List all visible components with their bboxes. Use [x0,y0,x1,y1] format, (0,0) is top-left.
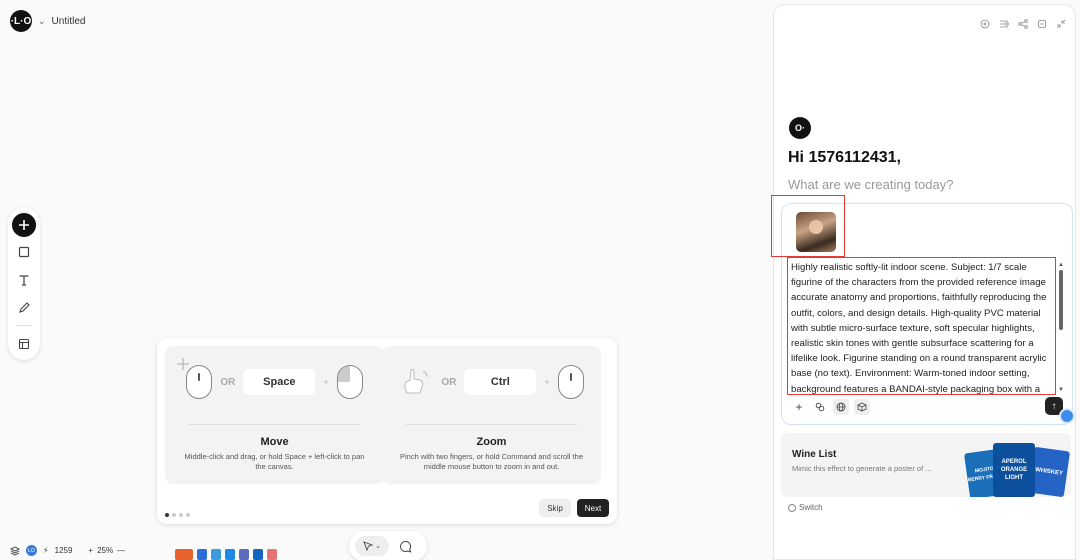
prompt-text: Highly realistic softly-lit indoor scene… [791,262,1047,395]
zoom-out-button[interactable]: — [117,546,125,555]
move-description: Middle-click and drag, or hold Space + l… [184,452,365,471]
chevron-down-icon: ⌄ [375,543,381,550]
app-icon[interactable] [197,549,207,560]
suggestion-title: Wine List [792,449,837,460]
zoom-in-button[interactable]: + [88,546,93,555]
pinch-hand-icon [399,365,433,399]
poster-thumbnail: APEROL ORANGE LIGHT [993,443,1035,497]
credits-count: 1259 [54,546,73,555]
greeting-title: Hi 1576112431, [788,149,901,166]
mouse-left-click-icon [336,365,363,399]
frame-tool-button[interactable] [12,332,36,356]
pagination-dot[interactable] [186,513,190,517]
file-icon[interactable] [1036,18,1048,30]
zoom-control: + 25% — [88,546,125,555]
ctrl-key: Ctrl [464,369,537,395]
space-key: Space [243,369,316,395]
app-icon[interactable] [211,549,221,560]
composer-toolbar: + [791,399,870,415]
pointer-tool-button[interactable]: ⌄ [355,536,389,556]
mouse-icon [186,365,213,399]
card-divider [189,424,360,425]
comment-icon[interactable] [399,540,412,553]
app-icon[interactable] [253,549,263,560]
move-demo: OR Space + [177,358,372,402]
rectangle-icon [18,247,30,258]
switch-suggestion-button[interactable]: Switch [788,503,823,512]
text-tool-button[interactable] [12,268,36,292]
history-settings-icon[interactable] [998,18,1010,30]
link-icon[interactable] [812,399,828,415]
scroll-down-arrow-icon[interactable]: ▼ [1058,387,1064,393]
lightning-icon: ⚡ [43,546,49,555]
card-divider [406,424,577,425]
chevron-down-icon[interactable]: ⌄ [38,16,46,27]
assistant-float-icon[interactable] [1059,408,1075,424]
reference-image-thumbnail[interactable] [796,212,836,252]
rectangle-tool-button[interactable] [12,241,36,265]
plus-label: + [323,377,329,387]
suggestion-description: Mimic this effect to generate a poster o… [792,464,932,473]
taskbar-icons [175,549,277,560]
assistant-logo: O· [789,117,811,139]
move-cursor-icon [177,358,189,370]
move-tutorial-card: OR Space + Move Middle-click and drag, o… [165,346,384,484]
toolbar-divider [16,325,32,327]
status-bar: LO ⚡ 1259 + 25% — [10,545,125,556]
bottom-tool-pill: ⌄ [349,531,427,560]
app-icon[interactable] [267,549,277,560]
layers-icon[interactable] [10,545,20,556]
panel-header-icons [979,18,1067,30]
collapse-icon[interactable] [1055,18,1067,30]
frame-icon [18,339,30,350]
text-icon [19,275,29,286]
prompt-input[interactable]: Highly realistic softly-lit indoor scene… [787,257,1056,395]
refresh-icon [788,503,796,512]
pencil-icon [19,301,30,313]
credits-badge-icon: LO [26,545,37,556]
document-header: ·L·O ⌄ Untitled [10,10,85,32]
pencil-tool-button[interactable] [12,296,36,320]
app-logo[interactable]: ·L·O [10,10,32,32]
move-title: Move [260,436,289,448]
share-icon[interactable] [1017,18,1029,30]
scroll-up-arrow-icon[interactable]: ▲ [1058,262,1064,268]
or-label: OR [220,376,236,388]
scrollbar-thumb[interactable] [1058,270,1063,330]
suggestion-card[interactable]: Wine List Mimic this effect to generate … [781,433,1071,497]
zoom-demo: OR Ctrl + [394,362,589,402]
pagination-dots [165,513,190,517]
or-label: OR [441,376,457,388]
zoom-description: Pinch with two fingers, or hold Command … [399,452,583,471]
prompt-scrollbar[interactable]: ▲ [1058,262,1064,390]
3d-cube-icon[interactable] [854,399,870,415]
zoom-tutorial-card: OR Ctrl + Zoom Pinch with two fingers, o… [382,346,601,484]
web-search-globe-icon[interactable] [833,399,849,415]
pagination-dot[interactable] [172,513,176,517]
canvas-toolbar [8,208,40,360]
pagination-dot[interactable] [165,513,169,517]
app-icon[interactable] [175,549,193,560]
skip-button[interactable]: Skip [539,499,571,517]
new-chat-icon[interactable] [979,18,991,30]
zoom-level[interactable]: 25% [97,546,113,555]
plus-icon [19,219,29,230]
document-title[interactable]: Untitled [52,16,86,27]
mouse-scroll-icon [557,365,584,399]
pagination-dot[interactable] [179,513,183,517]
plus-label: + [544,377,550,387]
app-icon[interactable] [225,549,235,560]
zoom-title: Zoom [476,436,507,448]
navigation-tutorial: OR Space + Move Middle-click and drag, o… [157,338,617,524]
assistant-panel: O· Hi 1576112431, What are we creating t… [771,4,1076,560]
next-button[interactable]: Next [577,499,609,517]
greeting-subtitle: What are we creating today? [788,177,954,192]
add-button[interactable] [12,213,36,237]
switch-label: Switch [799,503,823,512]
app-icon[interactable] [239,549,249,560]
add-attachment-icon[interactable]: + [791,399,807,415]
prompt-composer: Highly realistic softly-lit indoor scene… [771,195,1073,425]
cursor-arrow-icon [363,541,374,551]
